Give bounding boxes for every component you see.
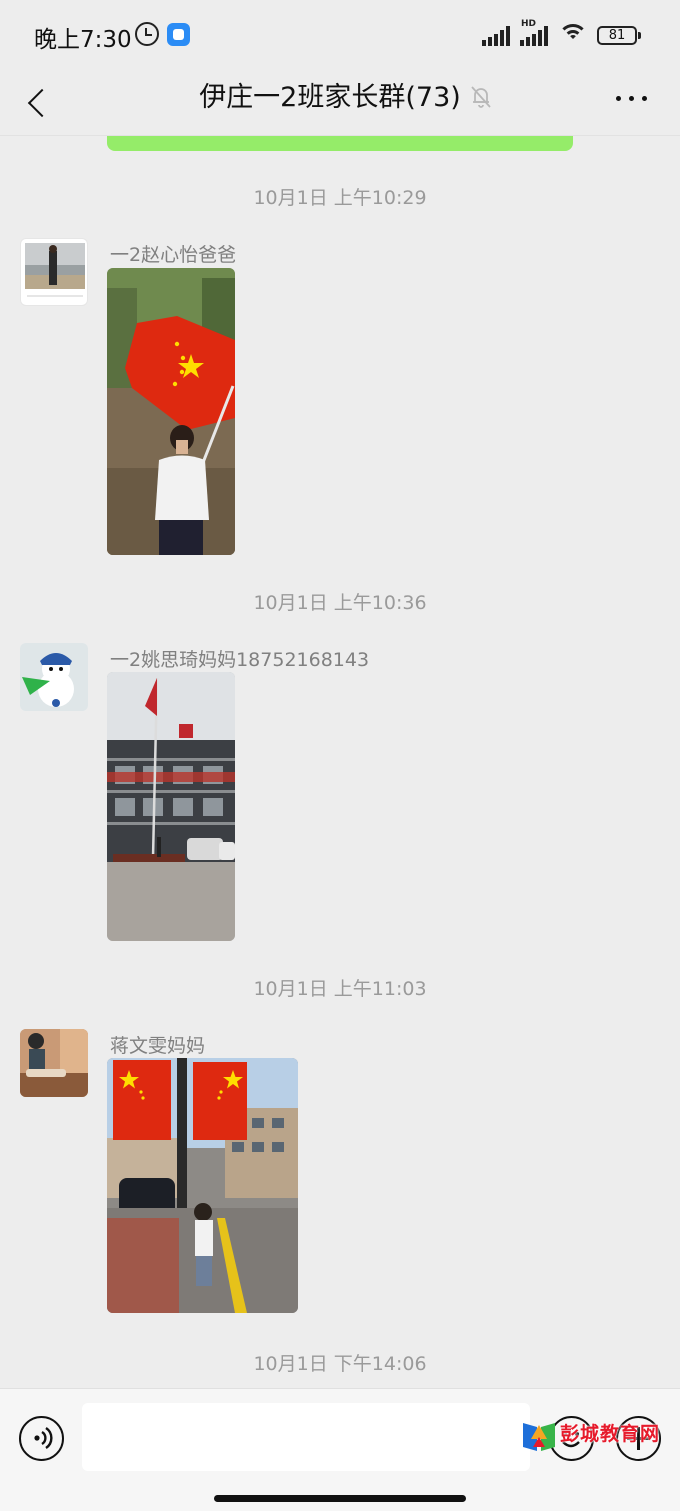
image-message[interactable] — [107, 672, 235, 941]
status-bar: 晚上7:30 HD 81 — [0, 0, 680, 70]
chat-screen: 晚上7:30 HD 81 伊庄一2班家长群(73) 10月1日 上午10:29 … — [0, 0, 680, 1511]
message-timestamp: 10月1日 上午10:36 — [253, 592, 427, 614]
avatar[interactable] — [20, 643, 88, 711]
alarm-icon — [135, 22, 159, 46]
chat-header: 伊庄一2班家长群(73) — [0, 70, 680, 136]
message-timestamp: 10月1日 下午14:06 — [253, 1353, 427, 1375]
wifi-icon — [558, 22, 588, 46]
chat-title: 伊庄一2班家长群(73) — [199, 82, 461, 113]
avatar[interactable] — [20, 238, 88, 306]
watermark-text: 彭城教育网 — [560, 1423, 661, 1445]
muted-bell-icon — [471, 86, 491, 108]
signal-icon — [482, 26, 514, 46]
more-options-icon[interactable] — [610, 80, 654, 116]
watermark-logo-icon — [523, 1423, 555, 1451]
previous-message-bubble[interactable] — [107, 136, 573, 151]
notification-app-icon — [167, 23, 190, 46]
message-timestamp: 10月1日 上午10:29 — [253, 187, 427, 209]
message-timestamp: 10月1日 上午11:03 — [253, 978, 427, 1000]
home-indicator[interactable] — [214, 1495, 466, 1502]
avatar[interactable] — [20, 1029, 88, 1097]
sender-name: 蒋文雯妈妈 — [110, 1035, 206, 1057]
sender-name: 一2赵心怡爸爸 — [110, 244, 237, 266]
image-message[interactable] — [107, 1058, 298, 1313]
signal-hd-icon — [520, 26, 552, 46]
battery-level: 81 — [608, 28, 626, 43]
battery-icon: 81 — [597, 26, 641, 45]
voice-input-icon[interactable] — [19, 1416, 64, 1461]
watermark: 彭城教育网 — [519, 1417, 664, 1457]
sender-name: 一2姚思琦妈妈18752168143 — [110, 649, 370, 671]
message-input[interactable] — [82, 1403, 530, 1471]
image-message[interactable] — [107, 268, 235, 555]
input-bar: 彭城教育网 — [0, 1388, 680, 1511]
status-time: 晚上7:30 — [34, 27, 132, 53]
